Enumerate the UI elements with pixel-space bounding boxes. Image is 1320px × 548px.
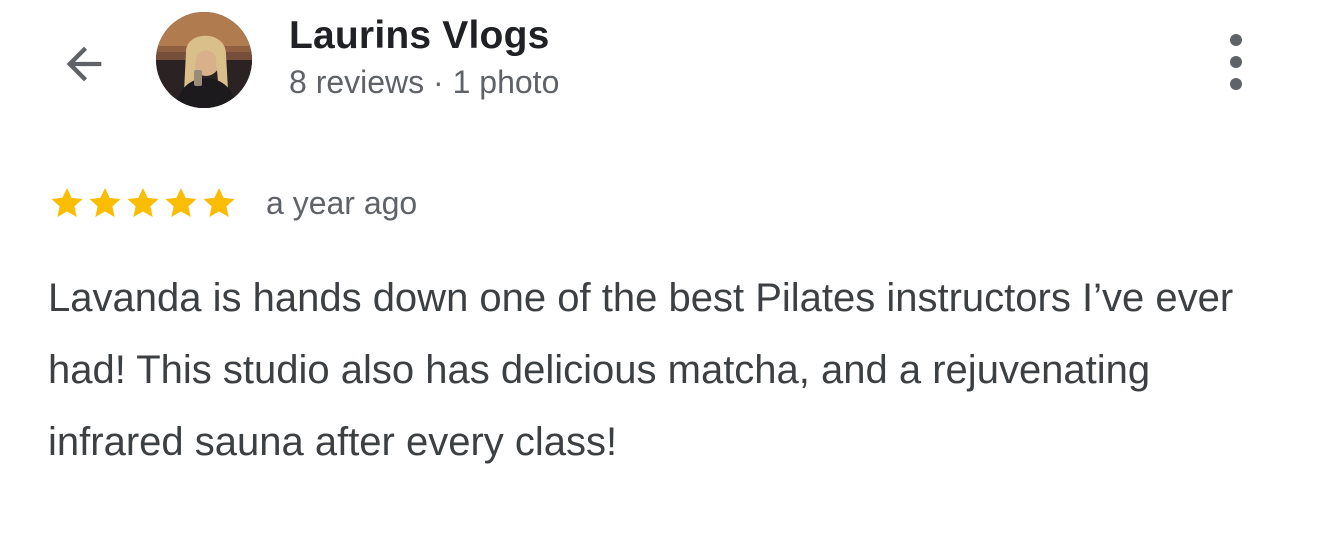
- star-rating: [48, 184, 238, 222]
- star-icon: [86, 184, 124, 222]
- review-time: a year ago: [266, 184, 418, 221]
- star-icon: [48, 184, 86, 222]
- review-header: Laurins Vlogs 8 reviews · 1 photo: [0, 0, 1320, 130]
- back-button[interactable]: [52, 32, 116, 96]
- more-vert-icon: [1230, 34, 1242, 46]
- avatar[interactable]: [156, 12, 252, 108]
- star-icon: [200, 184, 238, 222]
- review-text: Lavanda is hands down one of the best Pi…: [48, 276, 1234, 464]
- reviewer-name[interactable]: Laurins Vlogs: [289, 14, 549, 58]
- star-icon: [162, 184, 200, 222]
- arrow-left-icon: [66, 46, 102, 82]
- more-vert-icon-dot: [1230, 56, 1242, 68]
- rating-row: a year ago: [48, 178, 417, 228]
- reviewer-meta: 8 reviews · 1 photo: [289, 64, 560, 100]
- star-icon: [124, 184, 162, 222]
- avatar-photo: [156, 12, 252, 108]
- more-vert-icon-dot: [1230, 78, 1242, 90]
- more-options-button[interactable]: [1214, 34, 1258, 90]
